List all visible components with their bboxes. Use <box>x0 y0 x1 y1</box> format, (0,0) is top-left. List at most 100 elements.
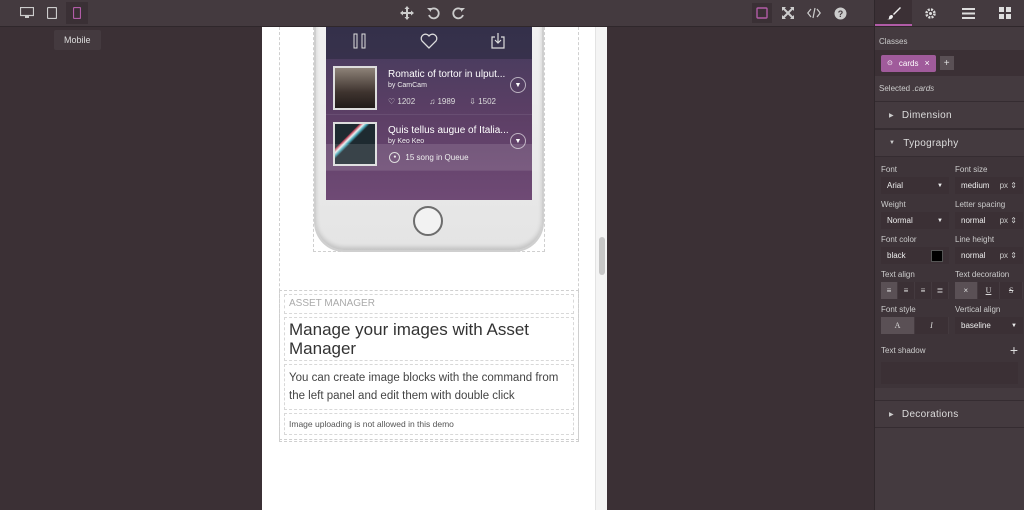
line-height-label: Line height <box>955 235 995 244</box>
device-tablet-button[interactable] <box>41 2 63 24</box>
move-icon <box>400 6 414 20</box>
asset-subtitle[interactable]: ASSET MANAGER <box>284 294 574 314</box>
move-button[interactable] <box>398 4 416 22</box>
scrollbar-thumb[interactable] <box>599 237 605 275</box>
font-style-italic-button[interactable]: I <box>915 317 949 334</box>
decoration-none-button[interactable]: × <box>955 282 978 299</box>
phone-mockup-image[interactable]: ♡ 1502 ♫ 1989 ⇩ 1502 Romatic of tortor i… <box>314 27 544 252</box>
player-controls <box>326 27 532 59</box>
square-outline-icon <box>756 7 768 19</box>
caret-right-icon: ▶ <box>889 112 894 119</box>
decoration-underline-button[interactable]: U <box>978 282 1001 299</box>
undo-icon <box>427 7 440 20</box>
tab-blocks[interactable] <box>987 0 1024 26</box>
caret-down-icon: ▼ <box>937 217 943 224</box>
tab-settings[interactable] <box>912 0 949 26</box>
align-left-icon: ≡ <box>886 286 892 295</box>
add-text-shadow-button[interactable]: + <box>1010 342 1018 358</box>
music-note-icon: ♫ <box>429 97 436 106</box>
canvas-scrollbar[interactable] <box>595 27 607 510</box>
svg-text:?: ? <box>837 8 843 18</box>
sw-visibility-button[interactable] <box>752 3 772 23</box>
align-justify-icon: ≣ <box>936 286 944 295</box>
phone-screen: ♡ 1502 ♫ 1989 ⇩ 1502 Romatic of tortor i… <box>326 27 532 200</box>
asset-note[interactable]: Image uploading is not allowed in this d… <box>284 413 574 435</box>
decoration-strike-button[interactable]: S <box>1000 282 1024 299</box>
font-style-normal-button[interactable]: A <box>881 317 915 334</box>
class-tag[interactable]: ⊙ cards × <box>881 54 936 72</box>
help-icon: ? <box>834 7 846 19</box>
text-shadow-label: Text shadow <box>881 345 926 355</box>
pause-icon <box>353 33 366 49</box>
close-icon[interactable]: × <box>924 58 929 68</box>
align-center-icon: ≡ <box>903 286 909 295</box>
fullscreen-button[interactable] <box>778 3 798 23</box>
unit-select[interactable]: px ⇕ <box>1000 216 1017 225</box>
line-height-input[interactable]: normal px ⇕ <box>955 247 1023 264</box>
tab-layer-manager[interactable] <box>950 0 987 26</box>
home-button <box>413 206 443 236</box>
font-select[interactable]: Arial ▼ <box>881 177 949 194</box>
bars-icon <box>961 7 975 19</box>
add-class-button[interactable]: + <box>939 56 954 70</box>
align-right-button[interactable]: ≡ <box>915 282 932 299</box>
font-size-input[interactable]: medium px ⇕ <box>955 177 1023 194</box>
font-size-label: Font size <box>955 165 988 174</box>
editor-canvas[interactable]: ♡ 1502 ♫ 1989 ⇩ 1502 Romatic of tortor i… <box>262 27 607 510</box>
classes-container: ⊙ cards × + <box>875 50 1024 76</box>
undo-button[interactable] <box>424 4 442 22</box>
track-stats: ♡ 1202 ♫ 1989 ⇩ 1502 <box>388 97 496 106</box>
panel-tabs <box>875 0 1024 27</box>
queue-icon: ● <box>389 151 401 163</box>
text-align-label: Text align <box>881 270 915 279</box>
unit-select[interactable]: px ⇕ <box>1000 251 1017 260</box>
grid-icon <box>999 7 1012 19</box>
redo-icon <box>452 7 465 20</box>
asset-title[interactable]: Manage your images with Asset Manager <box>284 317 574 361</box>
asset-manager-block[interactable]: ASSET MANAGER Manage your images with As… <box>279 290 579 440</box>
track-artist: by CamCam <box>388 82 427 89</box>
caret-down-icon: ▼ <box>889 140 896 146</box>
text-decoration-label: Text decoration <box>955 270 1010 279</box>
download-icon: ⇩ <box>469 97 476 106</box>
device-mobile-button[interactable] <box>66 2 88 24</box>
help-button[interactable]: ? <box>830 3 850 23</box>
checkbox-icon[interactable]: ⊙ <box>887 59 893 67</box>
track-item: Romatic of tortor in ulput... by CamCam … <box>326 59 532 115</box>
code-button[interactable] <box>804 3 824 23</box>
typography-properties: Font Arial ▼ Font size medium px ⇕ Weight … <box>875 157 1024 388</box>
text-align-group: ≡ ≡ ≡ ≣ <box>881 282 949 299</box>
weight-select[interactable]: Normal ▼ <box>881 212 949 229</box>
align-left-button[interactable]: ≡ <box>881 282 898 299</box>
unit-select[interactable]: px ⇕ <box>1000 181 1017 190</box>
align-center-button[interactable]: ≡ <box>898 282 915 299</box>
text-decoration-group: × U S <box>955 282 1024 299</box>
letter-spacing-input[interactable]: normal px ⇕ <box>955 212 1023 229</box>
sector-dimension[interactable]: ▶ Dimension <box>875 101 1024 129</box>
weight-label: Weight <box>881 200 906 209</box>
font-color-label: Font color <box>881 235 917 244</box>
tablet-icon <box>47 7 57 19</box>
track-title: Quis tellus augue of Italia... <box>388 125 509 136</box>
device-desktop-button[interactable] <box>16 2 38 24</box>
align-right-icon: ≡ <box>920 286 926 295</box>
classes-label: Classes <box>879 37 908 46</box>
device-tooltip: Mobile <box>54 30 101 50</box>
desktop-icon <box>20 7 34 18</box>
align-justify-button[interactable]: ≣ <box>932 282 949 299</box>
gear-icon <box>925 7 937 19</box>
redo-button[interactable] <box>450 4 468 22</box>
album-art <box>333 66 377 110</box>
mobile-icon <box>73 7 81 19</box>
selected-info: Selected .cards <box>879 84 935 93</box>
tab-style-manager[interactable] <box>875 0 913 26</box>
font-color-input[interactable]: black <box>881 247 949 264</box>
color-swatch[interactable] <box>931 249 943 262</box>
download-box-icon <box>491 33 505 49</box>
sector-decorations[interactable]: ▶ Decorations <box>875 400 1024 428</box>
heart-outline-icon <box>420 33 438 49</box>
asset-description[interactable]: You can create image blocks with the com… <box>284 364 574 410</box>
code-icon <box>807 7 821 19</box>
sector-typography[interactable]: ▼ Typography <box>875 129 1024 157</box>
vertical-align-select[interactable]: baseline ▼ <box>955 317 1023 334</box>
